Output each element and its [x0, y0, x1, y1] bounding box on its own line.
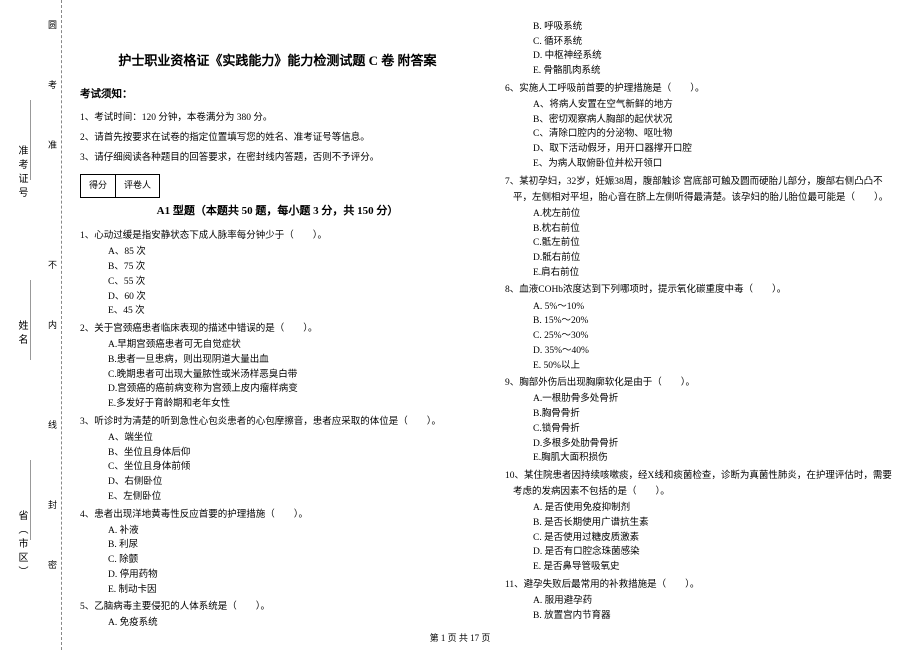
q7-opt-b: B.枕右前位	[505, 222, 900, 237]
exam-id-line	[30, 100, 31, 180]
question-11: 11、避孕失败后最常用的补救措施是（ ）。	[505, 577, 900, 593]
question-10: 10、某住院患者因持续咳嗽痰，经X线和痰菌检查，诊断为真菌性肺炎，在护理评估时，…	[505, 468, 900, 500]
q4-opt-a: A. 补液	[80, 524, 475, 539]
q1-opt-b: B、75 次	[80, 260, 475, 275]
margin-char-6: 线	[46, 420, 59, 429]
q10-opt-a: A. 是否使用免疫抑制剂	[505, 501, 900, 516]
q7-opt-c: C.骶左前位	[505, 236, 900, 251]
region-line	[30, 460, 31, 540]
q6-opt-e: E、为病人取俯卧位并松开领口	[505, 157, 900, 172]
margin-char-2: 考	[46, 80, 59, 89]
q4-opt-d: D. 停用药物	[80, 568, 475, 583]
margin-char-4: 不	[46, 260, 59, 269]
question-9: 9、胸部外伤后出现胸廓软化是由于（ ）。	[505, 375, 900, 391]
question-1: 1、心动过缓是指安静状态下成人脉率每分钟少于（ ）。	[80, 228, 475, 244]
q11-opt-a: A. 服用避孕药	[505, 594, 900, 609]
page-footer: 第 1 页 共 17 页	[0, 631, 920, 644]
q2-opt-d: D.宫颈癌的癌前病变称为宫颈上皮内瘤样病变	[80, 382, 475, 397]
column-right: B. 呼吸系统 C. 循环系统 D. 中枢神经系统 E. 骨骼肌肉系统 6、实施…	[505, 20, 900, 620]
q10-opt-d: D. 是否有口腔念珠菌感染	[505, 545, 900, 560]
q2-opt-e: E.多发好于育龄期和老年女性	[80, 397, 475, 412]
q9-opt-c: C.锁骨骨折	[505, 422, 900, 437]
q9-opt-d: D.多根多处肋骨骨折	[505, 437, 900, 452]
question-5: 5、乙脑病毒主要侵犯的人体系统是（ ）。	[80, 599, 475, 615]
q5-opt-b: B. 呼吸系统	[505, 20, 900, 35]
q7-opt-e: E.肩右前位	[505, 266, 900, 281]
q2-opt-b: B.患者一旦患病，则出现阴道大量出血	[80, 353, 475, 368]
q5-opt-d: D. 中枢神经系统	[505, 49, 900, 64]
q6-opt-c: C、清除口腔内的分泌物、呕吐物	[505, 127, 900, 142]
q4-opt-c: C. 除颤	[80, 553, 475, 568]
q4-opt-b: B. 利尿	[80, 538, 475, 553]
q4-opt-e: E. 制动卡因	[80, 583, 475, 598]
name-line	[30, 280, 31, 360]
q3-opt-a: A、端坐位	[80, 431, 475, 446]
exam-title: 护士职业资格证《实践能力》能力检测试题 C 卷 附答案	[80, 50, 475, 72]
score-cell-2: 评卷人	[115, 174, 160, 197]
q9-opt-b: B.胸骨骨折	[505, 407, 900, 422]
question-6: 6、实施人工呼吸前首要的护理措施是（ ）。	[505, 81, 900, 97]
q3-opt-c: C、坐位且身体前倾	[80, 460, 475, 475]
section-a1-heading: A1 型题（本题共 50 题，每小题 3 分，共 150 分）	[80, 202, 475, 221]
q3-opt-b: B、坐位且身体后仰	[80, 446, 475, 461]
question-8: 8、血液COHb浓度达到下列哪项时，提示氧化碳重度中毒（ ）。	[505, 282, 900, 298]
margin-char-7: 封	[46, 500, 59, 509]
score-cell-1: 得分	[80, 174, 116, 197]
binding-margin: 圆 考 准 不 内 线 封 密 准考证号 姓名 省（市区）	[0, 0, 62, 650]
q8-opt-d: D. 35%～40%	[505, 344, 900, 359]
column-left: 护士职业资格证《实践能力》能力检测试题 C 卷 附答案 考试须知： 1、考试时间…	[80, 20, 475, 620]
q7-opt-d: D.骶右前位	[505, 251, 900, 266]
question-4: 4、患者出现洋地黄毒性反应首要的护理措施（ ）。	[80, 507, 475, 523]
q3-opt-e: E、左侧卧位	[80, 490, 475, 505]
instruction-3: 3、请仔细阅读各种题目的回答要求，在密封线内答题，否则不予评分。	[80, 150, 475, 166]
margin-char-3: 准	[46, 140, 59, 149]
q1-opt-a: A、85 次	[80, 245, 475, 260]
q3-opt-d: D、右侧卧位	[80, 475, 475, 490]
q6-opt-b: B、密切观察病人胸部的起伏状况	[505, 113, 900, 128]
q8-opt-e: E. 50%以上	[505, 359, 900, 374]
margin-char-1: 圆	[46, 20, 59, 29]
question-7: 7、某初孕妇，32岁，妊娠38周，腹部触诊 宫底部可触及圆而硬胎儿部分，腹部右侧…	[505, 174, 900, 206]
region-label: 省（市区）	[14, 510, 29, 580]
q10-opt-b: B. 是否长期使用广谱抗生素	[505, 516, 900, 531]
question-2: 2、关于宫颈癌患者临床表现的描述中错误的是（ ）。	[80, 321, 475, 337]
notice-heading: 考试须知：	[80, 86, 475, 104]
score-table: 得分 评卷人	[80, 174, 475, 197]
q5-opt-c: C. 循环系统	[505, 35, 900, 50]
margin-char-8: 密	[46, 560, 59, 569]
q1-opt-e: E、45 次	[80, 304, 475, 319]
instruction-1: 1、考试时间：120 分钟，本卷满分为 380 分。	[80, 110, 475, 126]
q8-opt-b: B. 15%～20%	[505, 314, 900, 329]
q5-opt-a: A. 免疫系统	[80, 616, 475, 631]
question-3: 3、听诊时为清楚的听到急性心包炎患者的心包摩擦音，患者应采取的体位是（ ）。	[80, 414, 475, 430]
q10-opt-e: E. 是否鼻导管吸氧史	[505, 560, 900, 575]
q9-opt-a: A.一根肋骨多处骨折	[505, 392, 900, 407]
q6-opt-a: A、将病人安置在空气新鲜的地方	[505, 98, 900, 113]
q6-opt-d: D、取下活动假牙，用开口器撑开口腔	[505, 142, 900, 157]
q10-opt-c: C. 是否使用过糖皮质激素	[505, 531, 900, 546]
q2-opt-a: A.早期宫颈癌患者可无自觉症状	[80, 338, 475, 353]
q8-opt-a: A. 5%～10%	[505, 300, 900, 315]
q1-opt-d: D、60 次	[80, 290, 475, 305]
name-label: 姓名	[14, 320, 29, 348]
margin-char-5: 内	[46, 320, 59, 329]
q7-opt-a: A.枕左前位	[505, 207, 900, 222]
q8-opt-c: C. 25%～30%	[505, 329, 900, 344]
page-body: 护士职业资格证《实践能力》能力检测试题 C 卷 附答案 考试须知： 1、考试时间…	[80, 20, 900, 620]
q11-opt-b: B. 放置宫内节育器	[505, 609, 900, 624]
q1-opt-c: C、55 次	[80, 275, 475, 290]
q5-opt-e: E. 骨骼肌肉系统	[505, 64, 900, 79]
instruction-2: 2、请首先按要求在试卷的指定位置填写您的姓名、准考证号等信息。	[80, 130, 475, 146]
q9-opt-e: E.胸肌大面积损伤	[505, 451, 900, 466]
q2-opt-c: C.晚期患者可出现大量脓性或米汤样恶臭白带	[80, 368, 475, 383]
exam-id-label: 准考证号	[14, 145, 29, 201]
